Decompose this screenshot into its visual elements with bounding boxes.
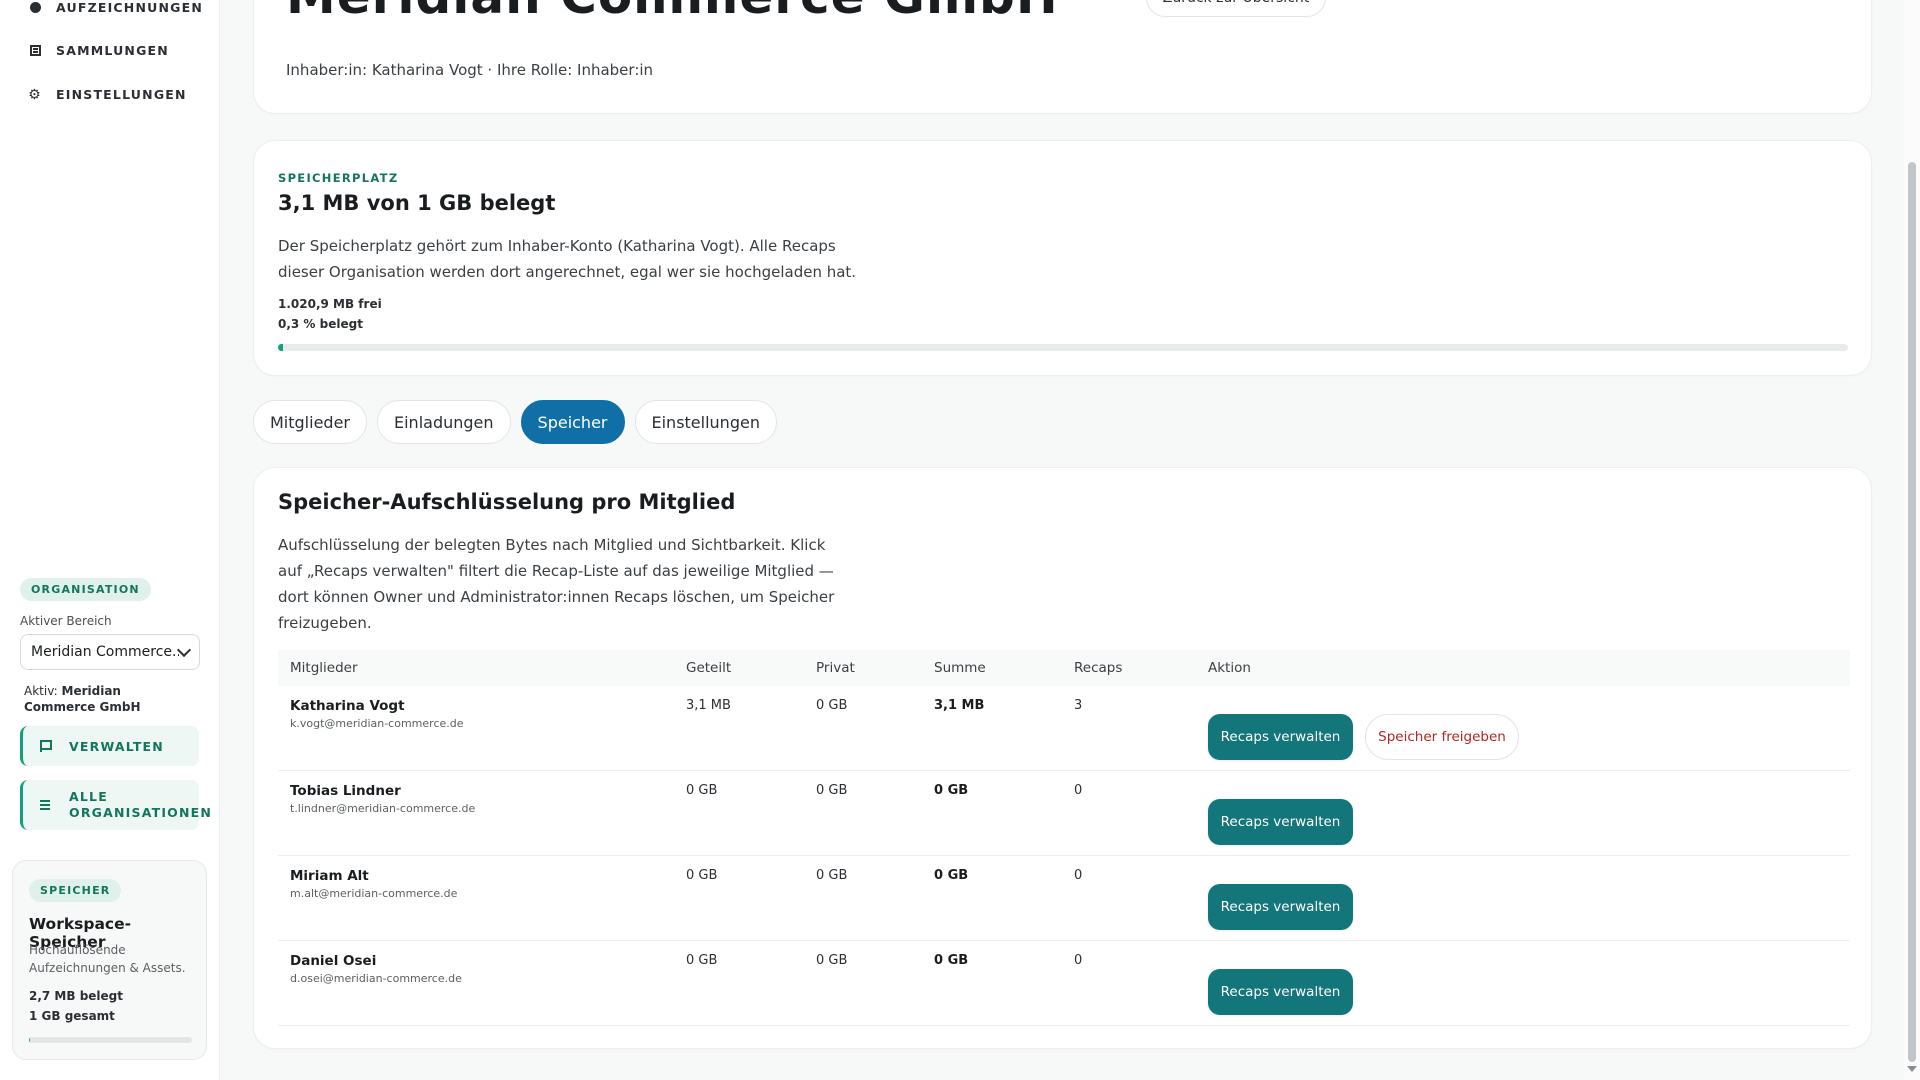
storage-free: 1.020,9 MB frei [278, 297, 382, 311]
member-name: Katharina Vogt [290, 698, 405, 714]
column-header-shared: Geteilt [686, 660, 732, 676]
member-email: d.osei@meridian-commerce.de [290, 972, 462, 985]
private-value: 0 GB [816, 953, 848, 968]
back-to-overview-button[interactable]: Zurück zur Übersicht [1146, 0, 1326, 17]
active-organisation-info: Aktiv: Meridian Commerce GmbH [24, 683, 194, 715]
member-email: k.vogt@meridian-commerce.de [290, 717, 464, 730]
chevron-down-icon [176, 642, 192, 657]
manage-button-label: VERWALTEN [69, 738, 164, 754]
member-email: t.lindner@meridian-commerce.de [290, 802, 476, 815]
sidebar-item-sammlungen[interactable]: SAMMLUNGEN [28, 43, 169, 58]
organisation-header: Meridian Commerce GmbH Zurück zur Übersi… [253, 0, 1872, 114]
sidebar-item-label: EINSTELLUNGEN [56, 87, 187, 102]
sum-value: 0 GB [934, 868, 969, 883]
storage-progress-fill [278, 344, 283, 351]
tab-einstellungen[interactable]: Einstellungen [634, 400, 777, 444]
tab-mitglieder[interactable]: Mitglieder [253, 400, 367, 444]
manage-recaps-button[interactable]: Recaps verwalten [1208, 884, 1353, 930]
table-row: Tobias Lindner t.lindner@meridian-commer… [278, 771, 1850, 856]
sum-value: 0 GB [934, 953, 969, 968]
storage-progress-bar [278, 344, 1848, 351]
shared-value: 3,1 MB [686, 698, 731, 713]
storage-total: 1 GB gesamt [29, 1009, 115, 1023]
storage-percent: 0,3 % belegt [278, 317, 363, 331]
storage-badge: SPEICHER [29, 879, 122, 902]
storage-breakdown-card: Speicher-Aufschlüsselung pro Mitglied Au… [253, 467, 1872, 1049]
recaps-count: 0 [1074, 783, 1083, 798]
tab-speicher[interactable]: Speicher [520, 400, 625, 444]
sidebar-item-einstellungen[interactable]: ⚙ EINSTELLUNGEN [28, 86, 187, 103]
manage-recaps-button[interactable]: Recaps verwalten [1208, 714, 1353, 760]
recaps-count: 3 [1074, 698, 1083, 713]
member-name: Tobias Lindner [290, 783, 401, 799]
manage-button[interactable]: VERWALTEN [20, 726, 199, 766]
organisation-select-value: Meridian Commerce... [31, 644, 179, 660]
manage-recaps-button[interactable]: Recaps verwalten [1208, 799, 1353, 845]
member-email: m.alt@meridian-commerce.de [290, 887, 458, 900]
sidebar: AUFZEICHNUNGEN SAMMLUNGEN ⚙ EINSTELLUNGE… [0, 0, 220, 1080]
storage-description: Hochauflösende Aufzeichnungen & Assets. [29, 943, 186, 975]
storage-eyebrow: SPEICHERPLATZ [278, 171, 399, 185]
column-header-sum: Summe [934, 660, 986, 676]
flag-icon [39, 740, 52, 752]
sum-value: 0 GB [934, 783, 969, 798]
table-row: Miriam Alt m.alt@meridian-commerce.de 0 … [278, 856, 1850, 941]
sidebar-item-label: AUFZEICHNUNGEN [56, 0, 204, 15]
private-value: 0 GB [816, 783, 848, 798]
active-prefix: Aktiv: [24, 684, 58, 698]
list-icon [39, 804, 51, 806]
shared-value: 0 GB [686, 953, 718, 968]
shared-value: 0 GB [686, 783, 718, 798]
member-name: Daniel Osei [290, 953, 377, 969]
all-organisations-button[interactable]: ALLE ORGANISATIONEN [20, 780, 213, 830]
workspace-storage-card: SPEICHER Workspace-Speicher Hochauflösen… [12, 860, 207, 1060]
owner-role-line: Inhaber:in: Katharina Vogt · Ihre Rolle:… [286, 61, 654, 79]
column-header-member: Mitglieder [290, 660, 358, 676]
scroll-down-arrow-icon[interactable] [1907, 1066, 1917, 1072]
storage-progress-bar [29, 1037, 192, 1043]
active-area-label: Aktiver Bereich [20, 614, 112, 628]
page-title: Meridian Commerce GmbH [286, 0, 1059, 25]
sum-value: 3,1 MB [934, 698, 985, 713]
breakdown-title: Speicher-Aufschlüsselung pro Mitglied [278, 490, 736, 514]
table-row: Katharina Vogt k.vogt@meridian-commerce.… [278, 686, 1850, 771]
recaps-count: 0 [1074, 953, 1083, 968]
private-value: 0 GB [816, 868, 848, 883]
shared-value: 0 GB [686, 868, 718, 883]
all-organisations-label: ALLE ORGANISATIONEN [69, 789, 213, 820]
private-value: 0 GB [816, 698, 848, 713]
manage-recaps-button[interactable]: Recaps verwalten [1208, 969, 1353, 1015]
sidebar-item-label: SAMMLUNGEN [56, 43, 169, 58]
storage-description: Der Speicherplatz gehört zum Inhaber-Kon… [278, 237, 857, 281]
column-header-private: Privat [816, 660, 855, 676]
page-scrollbar-thumb[interactable] [1908, 162, 1916, 1062]
table-row: Daniel Osei d.osei@meridian-commerce.de … [278, 941, 1850, 1026]
record-dot-icon [28, 1, 42, 15]
table-header: Mitglieder Geteilt Privat Summe Recaps A… [278, 650, 1850, 686]
member-name: Miriam Alt [290, 868, 369, 884]
storage-used: 2,7 MB belegt [29, 989, 124, 1003]
organisation-badge: ORGANISATION [20, 578, 151, 601]
sidebar-item-aufzeichnungen[interactable]: AUFZEICHNUNGEN [28, 0, 203, 15]
organisation-select[interactable]: Meridian Commerce... [20, 634, 200, 670]
storage-usage-title: 3,1 MB von 1 GB belegt [278, 191, 556, 215]
collection-icon [28, 44, 42, 58]
tab-einladungen[interactable]: Einladungen [377, 400, 511, 444]
breakdown-description: Aufschlüsselung der belegten Bytes nach … [278, 536, 835, 632]
free-storage-button[interactable]: Speicher freigeben [1365, 714, 1519, 760]
recaps-count: 0 [1074, 868, 1083, 883]
column-header-recaps: Recaps [1074, 660, 1123, 676]
storage-overview-card: SPEICHERPLATZ 3,1 MB von 1 GB belegt Der… [253, 140, 1872, 376]
column-header-action: Aktion [1208, 660, 1251, 676]
tab-bar: Mitglieder Einladungen Speicher Einstell… [253, 400, 777, 444]
gear-icon: ⚙ [28, 86, 42, 103]
